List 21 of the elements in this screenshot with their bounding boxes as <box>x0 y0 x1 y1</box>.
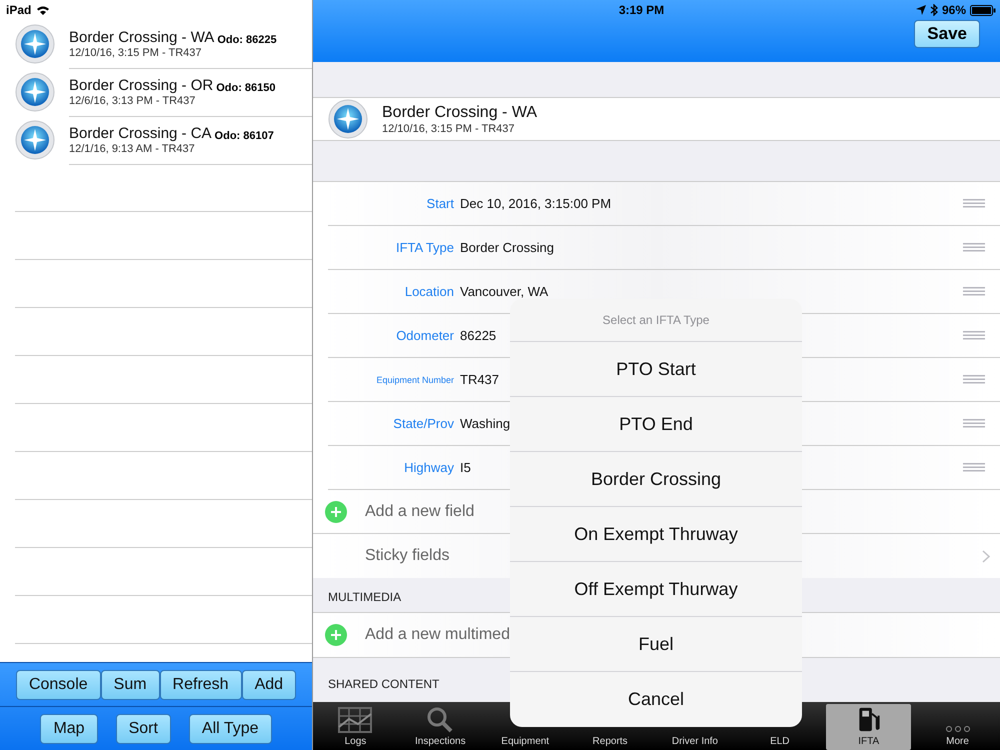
section-header: MULTIMEDIA <box>328 590 402 604</box>
field-label: Highway <box>403 460 454 475</box>
record-subtitle: 12/6/16, 3:13 PM - TR437 <box>69 94 196 106</box>
battery-percent: 96% <box>942 3 966 17</box>
odometer-reading: Odo: 86150 <box>216 82 276 94</box>
record-subtitle: 12/1/16, 9:13 AM - TR437 <box>69 142 196 154</box>
record-subtitle: 12/10/16, 3:15 PM - TR437 <box>69 46 202 58</box>
field-label: Start <box>426 196 454 211</box>
field-label: Equipment Number <box>375 374 454 384</box>
field-label: Odometer <box>395 328 454 343</box>
field-label: Location <box>404 284 454 299</box>
field-label: IFTA Type <box>394 240 454 255</box>
clock: 3:19 PM <box>618 3 666 17</box>
field-label: State/Prov <box>392 416 454 431</box>
record-title: Border Crossing - WA <box>382 104 538 122</box>
device-name: iPad <box>6 3 32 17</box>
record-subtitle: 12/10/16, 3:15 PM - TR437 <box>382 122 516 134</box>
picker-title: Select an IFTA Type <box>510 299 802 342</box>
odometer-reading: Odo: 86225 <box>217 34 277 46</box>
section-header: SHARED CONTENT <box>328 677 440 691</box>
odometer-reading: Odo: 86107 <box>214 130 274 142</box>
